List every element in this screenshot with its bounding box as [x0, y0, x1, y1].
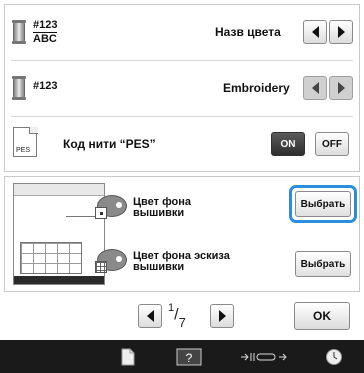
sketch-swatch-icon [95, 261, 107, 273]
embroidery-bg-label-line2: вышивки [133, 207, 185, 219]
pager: 1/7 OK [4, 296, 360, 336]
thread-brand-row: #123 Embroidery [5, 61, 359, 115]
sketch-bg-label-line2: вышивки [133, 261, 185, 273]
sketch-bg-label: Цвет фона эскиза вышивки [133, 251, 230, 273]
pes-thread-code-label: Код нити “PES” [63, 137, 156, 151]
pes-off-button[interactable]: OFF [315, 132, 349, 156]
help-icon[interactable]: ? [174, 344, 204, 369]
bottom-bar: ? [0, 340, 364, 373]
embroidery-bg-select-button[interactable]: Выбрать [295, 191, 351, 217]
width-adjust-icon[interactable] [238, 344, 288, 369]
thread-brand-prev-button[interactable] [303, 76, 327, 100]
triangle-left-icon [311, 26, 319, 38]
background-color-panel: Цвет фона вышивки Выбрать Цвет фона эски… [4, 176, 360, 292]
thread-name-text: ABC [33, 33, 57, 45]
pes-thread-code-row: PES Код нити “PES” ON OFF [5, 117, 359, 171]
next-page-button[interactable] [210, 304, 234, 328]
clock-icon[interactable] [320, 344, 348, 369]
thread-code-text: #123 [33, 19, 58, 33]
embroidery-bg-label: Цвет фона вышивки [133, 197, 191, 219]
thread-display-row: #123 ABC Назв цвета [5, 5, 359, 59]
svg-text:?: ? [186, 351, 193, 365]
page-current: 1 [168, 302, 175, 314]
triangle-right-icon [218, 310, 226, 322]
prev-page-button[interactable] [138, 304, 162, 328]
thread-spool-icon [12, 76, 26, 100]
settings-panel: #123 ABC Назв цвета #123 Embroidery PES … [4, 4, 360, 172]
embroidery-swatch-icon [95, 207, 107, 219]
triangle-left-icon [146, 310, 154, 322]
thread-display-next-button[interactable] [329, 20, 353, 44]
thread-brand-label: Embroidery [223, 81, 290, 95]
pes-on-button[interactable]: ON [271, 132, 305, 156]
background-preview-image [13, 183, 105, 285]
thread-brand-next-button[interactable] [329, 76, 353, 100]
pes-file-icon-text: PES [16, 147, 31, 154]
page-total: 7 [178, 314, 186, 330]
sketch-bg-select-button[interactable]: Выбрать [295, 251, 351, 277]
page-icon[interactable] [114, 344, 142, 369]
page-indicator: 1/7 [168, 302, 186, 330]
thread-code-name-preview: #123 ABC [33, 19, 58, 45]
thread-display-prev-button[interactable] [303, 20, 327, 44]
thread-display-label: Назв цвета [215, 25, 281, 39]
triangle-left-icon [311, 82, 319, 94]
triangle-right-icon [337, 26, 345, 38]
triangle-right-icon [337, 82, 345, 94]
thread-spool-icon [12, 20, 26, 44]
ok-button[interactable]: OK [294, 302, 350, 330]
thread-code-text: #123 [33, 80, 58, 92]
